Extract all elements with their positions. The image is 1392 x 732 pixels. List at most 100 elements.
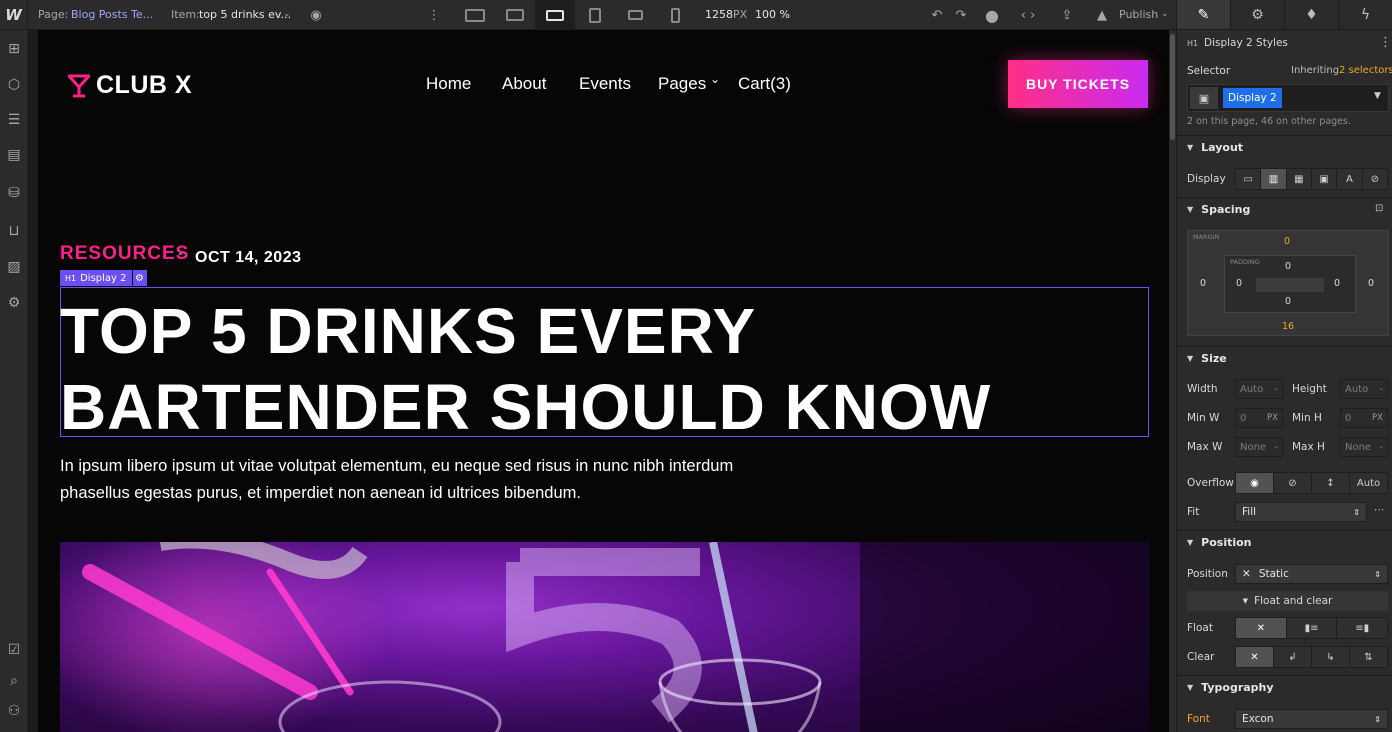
fit-more-icon[interactable]: ⋯ — [1374, 504, 1385, 516]
clear-left-icon[interactable]: ↲ — [1274, 647, 1312, 667]
tab-style-manager-drops-icon[interactable]: ♦ — [1285, 0, 1339, 29]
ecommerce-icon[interactable]: ⊔ — [0, 218, 28, 244]
tab-settings-gear-icon[interactable]: ⚙ — [1231, 0, 1285, 29]
width-unit[interactable]: - — [1274, 384, 1278, 395]
fit-select[interactable]: Fill ⇕ — [1235, 502, 1367, 522]
pages-icon[interactable]: ▤ — [0, 142, 28, 168]
overflow-visible-eye-icon[interactable]: ◉ — [1236, 473, 1274, 493]
selector-class-chip[interactable]: Display 2 — [1223, 88, 1282, 108]
section-position[interactable]: ▼ Position — [1177, 530, 1392, 554]
min-height-unit[interactable]: PX — [1372, 413, 1383, 423]
breakpoint-mobile-landscape[interactable] — [615, 0, 655, 30]
clear-right-icon[interactable]: ↳ — [1312, 647, 1350, 667]
publish-chevron-icon[interactable]: ⌄ — [1161, 9, 1169, 19]
clear-none-icon[interactable]: ✕ — [1236, 647, 1274, 667]
buy-tickets-button[interactable]: BUY TICKETS — [1008, 60, 1148, 108]
max-height-unit[interactable]: - — [1379, 442, 1383, 453]
max-width-unit[interactable]: - — [1274, 442, 1278, 453]
code-export-icon[interactable]: ‹ › — [1013, 0, 1043, 30]
max-width-input[interactable]: None - — [1235, 437, 1283, 457]
display-flex-icon[interactable]: ▥ — [1261, 169, 1287, 189]
element-settings-gear-icon[interactable]: ⚙ — [132, 270, 147, 286]
post-heading[interactable]: TOP 5 DRINKS EVERY BARTENDER SHOULD KNOW — [60, 293, 1140, 445]
breakpoint-mobile-portrait[interactable] — [655, 0, 695, 30]
padding-bottom-value[interactable]: 0 — [1285, 296, 1291, 307]
breakpoint-desktop-large[interactable] — [455, 0, 495, 30]
canvas-width-value[interactable]: 1258 — [705, 8, 733, 21]
padding-right-value[interactable]: 0 — [1334, 278, 1340, 289]
section-size[interactable]: ▼ Size — [1177, 346, 1392, 370]
item-selector[interactable]: top 5 drinks ev... — [199, 8, 291, 21]
section-layout[interactable]: ▼ Layout — [1177, 135, 1392, 159]
section-typography[interactable]: ▼ Typography — [1177, 675, 1392, 699]
height-input[interactable]: Auto - — [1340, 379, 1388, 399]
symbols-icon[interactable]: ⬡ — [0, 72, 28, 98]
float-none-icon[interactable]: ✕ — [1236, 618, 1287, 638]
undo-icon[interactable]: ↶ — [926, 0, 948, 30]
spacing-expand-icon[interactable]: ⊡ — [1375, 203, 1383, 214]
preview-eye-icon[interactable]: ◉ — [302, 0, 330, 30]
padding-left-value[interactable]: 0 — [1236, 278, 1242, 289]
font-select[interactable]: Excon ⇕ — [1235, 709, 1388, 729]
selector-state-icon[interactable]: ▣ — [1190, 87, 1218, 109]
overflow-hidden-icon[interactable]: ⊘ — [1274, 473, 1312, 493]
webflow-logo[interactable]: W — [0, 0, 28, 30]
float-left-icon[interactable]: ▮≡ — [1287, 618, 1338, 638]
redo-icon[interactable]: ↷ — [950, 0, 972, 30]
breakpoint-tablet[interactable] — [575, 0, 615, 30]
height-unit[interactable]: - — [1379, 384, 1383, 395]
pages-chevron-icon[interactable]: ⌄ — [710, 72, 720, 86]
nav-about[interactable]: About — [502, 74, 546, 94]
breakpoint-desktop-base[interactable] — [535, 0, 575, 30]
margin-right-value[interactable]: 0 — [1368, 278, 1374, 289]
post-category[interactable]: RESOURCES — [60, 243, 189, 265]
search-icon[interactable]: ⌕ — [0, 668, 28, 694]
settings-gear-icon[interactable]: ⚙ — [0, 290, 28, 316]
display-none-icon[interactable]: ⊘ — [1363, 169, 1387, 189]
position-select[interactable]: ✕ Static ⇕ — [1235, 564, 1388, 584]
comments-icon[interactable]: ● — [979, 0, 1005, 30]
display-block-icon[interactable]: ▭ — [1236, 169, 1262, 189]
display-grid-icon[interactable]: ▦ — [1287, 169, 1312, 189]
width-input[interactable]: Auto - — [1235, 379, 1283, 399]
panel-more-icon[interactable]: ⋮ — [1379, 35, 1392, 50]
page-selector[interactable]: Blog Posts Te... — [71, 8, 153, 21]
display-inline-block-icon[interactable]: ▣ — [1312, 169, 1338, 189]
breakpoint-desktop-medium[interactable] — [495, 0, 535, 30]
users-icon[interactable]: ⚇ — [0, 698, 28, 724]
margin-bottom-value[interactable]: 16 — [1282, 321, 1294, 332]
max-height-input[interactable]: None - — [1340, 437, 1388, 457]
display-inline-icon[interactable]: A — [1337, 169, 1363, 189]
section-spacing[interactable]: ▼ Spacing — [1177, 197, 1392, 221]
min-width-input[interactable]: 0 PX — [1235, 408, 1283, 428]
more-dots-icon[interactable]: ⋮ — [424, 0, 444, 30]
clear-both-icon[interactable]: ⇅ — [1350, 647, 1387, 667]
post-lead[interactable]: In ipsum libero ipsum ut vitae volutpat … — [60, 453, 800, 507]
overflow-scroll-icon[interactable]: ↕ — [1312, 473, 1350, 493]
site-brand[interactable]: CLUB X — [68, 71, 192, 100]
nav-home[interactable]: Home — [426, 74, 471, 94]
min-height-input[interactable]: 0 PX — [1340, 408, 1388, 428]
chevron-down-icon[interactable]: ⌄ — [283, 9, 291, 19]
navigator-icon[interactable]: ☰ — [0, 107, 28, 133]
audit-check-icon[interactable]: ☑ — [0, 637, 28, 663]
cms-icon[interactable]: ⛁ — [0, 180, 28, 206]
publish-button[interactable]: Publish — [1119, 8, 1158, 21]
add-elements-icon[interactable]: ⊞ — [0, 36, 28, 62]
nav-cart[interactable]: Cart(3) — [738, 74, 791, 94]
tab-interactions-bolt-icon[interactable]: ϟ — [1339, 0, 1392, 29]
padding-top-value[interactable]: 0 — [1285, 261, 1291, 272]
min-width-unit[interactable]: PX — [1267, 413, 1278, 423]
canvas-scrollbar-thumb[interactable] — [1170, 34, 1175, 140]
selector-field[interactable]: ▣ Display 2 ▼ — [1187, 84, 1389, 112]
publish-rocket-icon[interactable]: ▲ — [1092, 0, 1112, 30]
float-right-icon[interactable]: ≡▮ — [1337, 618, 1387, 638]
selector-dropdown-icon[interactable]: ▼ — [1374, 91, 1381, 101]
overflow-auto-button[interactable]: Auto — [1350, 473, 1387, 493]
inheriting-selectors-link[interactable]: 2 selectors — [1339, 65, 1392, 76]
assets-icon[interactable]: ▨ — [0, 254, 28, 280]
share-icon[interactable]: ⇪ — [1052, 0, 1082, 30]
float-and-clear-toggle[interactable]: ▼ Float and clear — [1187, 591, 1388, 611]
hero-image[interactable] — [60, 542, 1149, 732]
margin-left-value[interactable]: 0 — [1200, 278, 1206, 289]
